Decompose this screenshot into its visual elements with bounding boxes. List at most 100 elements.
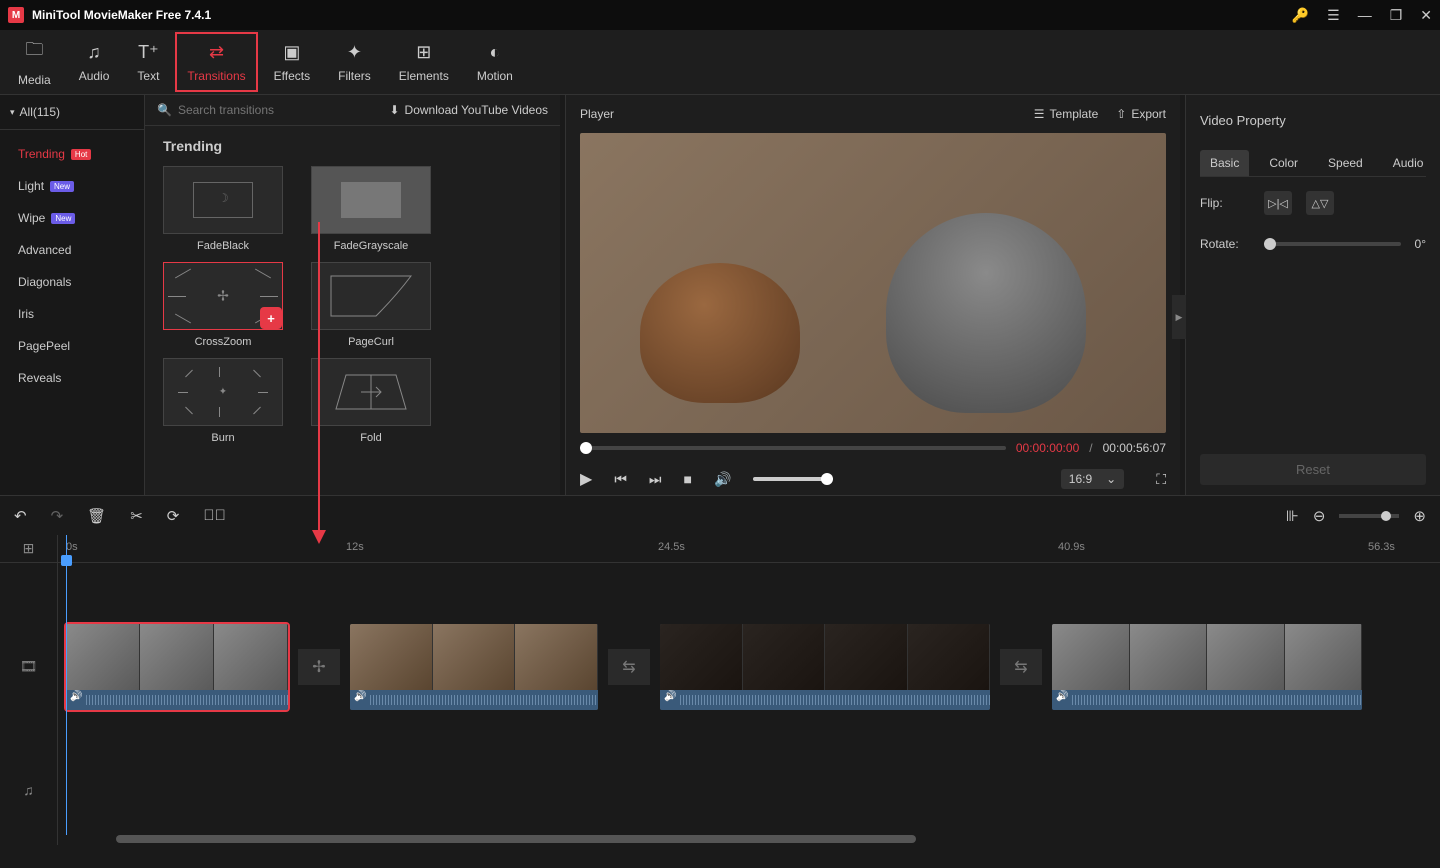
transition-fadegrayscale[interactable]: FadeGrayscale — [311, 166, 431, 252]
transition-label: Fold — [360, 432, 381, 444]
timeline-clip[interactable] — [66, 624, 288, 710]
tool-label: Text — [137, 69, 159, 83]
add-track-icon[interactable]: ⊞ — [0, 535, 57, 563]
time-separator: / — [1089, 441, 1092, 455]
tool-text[interactable]: T⁺Text — [123, 30, 173, 94]
tab-color[interactable]: Color — [1259, 150, 1308, 176]
timeline-clip[interactable] — [350, 624, 598, 710]
sidebar-item-label: Wipe — [18, 211, 45, 225]
badge-new: New — [51, 213, 75, 224]
flip-horizontal-button[interactable]: ▷|◁ — [1264, 191, 1292, 215]
tool-effects[interactable]: ▣Effects — [260, 30, 324, 94]
sidebar-item-wipe[interactable]: Wipe New — [0, 202, 144, 234]
transition-slot[interactable]: ✢ — [298, 649, 340, 685]
sidebar-item-diagonals[interactable]: Diagonals — [0, 266, 144, 298]
transition-slot[interactable]: ⇆ — [1000, 649, 1042, 685]
crop-icon[interactable]: ✂⃞ — [203, 507, 226, 525]
tool-label: Elements — [399, 69, 449, 83]
export-button[interactable]: ⇧ Export — [1116, 107, 1166, 121]
transition-fold[interactable]: Fold — [311, 358, 431, 444]
tool-elements[interactable]: ⊞Elements — [385, 30, 463, 94]
sidebar-item-pagepeel[interactable]: PagePeel — [0, 330, 144, 362]
ruler-mark: 24.5s — [658, 541, 685, 553]
timeline-clip[interactable] — [660, 624, 990, 710]
badge-hot: Hot — [71, 149, 91, 160]
transition-burn[interactable]: ✦ Burn — [163, 358, 283, 444]
audio-track-icon: ♫ — [0, 760, 57, 820]
tab-basic[interactable]: Basic — [1200, 150, 1249, 176]
transition-slot[interactable]: ⇆ — [608, 649, 650, 685]
sidebar-item-label: Iris — [18, 307, 34, 321]
download-icon: ⬇ — [389, 103, 399, 117]
template-label: Template — [1050, 107, 1099, 121]
download-youtube-link[interactable]: ⬇ Download YouTube Videos — [389, 103, 548, 117]
auto-fit-icon[interactable]: ⊪ — [1286, 507, 1299, 525]
tool-label: Effects — [274, 69, 310, 83]
tool-filters[interactable]: ✦Filters — [324, 30, 385, 94]
tool-label: Transitions — [187, 69, 245, 83]
play-icon[interactable]: ▶ — [580, 469, 592, 489]
add-transition-button[interactable]: + — [262, 309, 280, 327]
sidebar-item-light[interactable]: LightNew — [0, 170, 144, 202]
download-label: Download YouTube Videos — [405, 103, 548, 117]
transition-crosszoom[interactable]: ✢ + CrossZoom — [163, 262, 283, 348]
collapse-panel-icon[interactable]: ▶ — [1172, 295, 1186, 339]
menu-icon[interactable]: ☰ — [1327, 7, 1340, 24]
flip-vertical-button[interactable]: △▽ — [1306, 191, 1334, 215]
ruler-mark: 0s — [66, 541, 78, 553]
sidebar-item-advanced[interactable]: Advanced — [0, 234, 144, 266]
fullscreen-icon[interactable]: ⛶ — [1156, 471, 1166, 488]
aspect-ratio-select[interactable]: 16:9 ⌄ — [1061, 469, 1124, 489]
tool-audio[interactable]: ♫Audio — [65, 30, 124, 94]
reset-button[interactable]: Reset — [1200, 454, 1426, 485]
maximize-icon[interactable]: ❐ — [1390, 7, 1403, 24]
player-progress[interactable] — [580, 446, 1006, 450]
transition-fadeblack[interactable]: FadeBlack — [163, 166, 283, 252]
time-ruler[interactable]: 0s12s24.5s40.9s56.3s — [58, 535, 1440, 563]
stop-icon[interactable]: ■ — [684, 471, 692, 487]
playhead[interactable] — [66, 535, 67, 835]
minimize-icon[interactable]: — — [1358, 7, 1372, 23]
tab-speed[interactable]: Speed — [1318, 150, 1373, 176]
tool-transitions[interactable]: ⇄Transitions — [173, 30, 259, 94]
sidebar-item-reveals[interactable]: Reveals — [0, 362, 144, 394]
sidebar-item-iris[interactable]: Iris — [0, 298, 144, 330]
transition-pagecurl[interactable]: PageCurl — [311, 262, 431, 348]
category-all-label: All(115) — [20, 105, 60, 119]
volume-slider[interactable] — [753, 477, 833, 481]
prev-frame-icon[interactable]: ⏮ — [614, 471, 627, 488]
flip-label: Flip: — [1200, 196, 1250, 210]
key-icon[interactable]: 🔑 — [1292, 7, 1309, 24]
category-all[interactable]: All(115) — [0, 95, 144, 130]
search-input[interactable] — [178, 103, 328, 117]
sidebar-item-trending[interactable]: TrendingHot — [0, 138, 144, 170]
zoom-out-icon[interactable]: ⊖ — [1313, 507, 1326, 525]
redo-icon[interactable]: ↷ — [51, 507, 64, 525]
timeline-clip[interactable] — [1052, 624, 1362, 710]
volume-icon[interactable]: 🔊 — [714, 471, 731, 488]
property-panel: ▶ Video Property BasicColorSpeedAudio Fl… — [1185, 95, 1440, 495]
close-icon[interactable]: ✕ — [1420, 7, 1432, 24]
delete-icon[interactable]: 🗑 — [87, 507, 106, 525]
next-frame-icon[interactable]: ⏭ — [649, 471, 662, 488]
rotate-slider[interactable] — [1264, 242, 1401, 246]
transition-label: FadeGrayscale — [334, 240, 409, 252]
undo-icon[interactable]: ↶ — [14, 507, 27, 525]
horizontal-scrollbar[interactable] — [116, 835, 916, 843]
rotate-value: 0° — [1415, 237, 1426, 251]
timeline-area: ⊞ 🎞 ♫ 0s12s24.5s40.9s56.3s ✢ ⇆ ⇆ — [0, 535, 1440, 845]
video-track-icon: 🎞 — [0, 618, 57, 715]
zoom-in-icon[interactable]: ⊕ — [1413, 507, 1426, 525]
tool-motion[interactable]: ◐Motion — [463, 30, 527, 94]
tool-label: Media — [18, 73, 51, 87]
badge-new: New — [50, 181, 74, 192]
app-title: MiniTool MovieMaker Free 7.4.1 — [32, 8, 211, 22]
zoom-slider[interactable] — [1339, 514, 1399, 518]
video-track[interactable]: ✢ ⇆ ⇆ — [58, 618, 1440, 715]
tool-media[interactable]: 🗀Media — [4, 30, 65, 94]
speed-icon[interactable]: ⟳ — [167, 507, 180, 525]
split-icon[interactable]: ✂ — [130, 507, 143, 525]
template-button[interactable]: ☰ Template — [1034, 107, 1098, 121]
chevron-down-icon: ⌄ — [1106, 472, 1116, 486]
tab-audio[interactable]: Audio — [1383, 150, 1434, 176]
